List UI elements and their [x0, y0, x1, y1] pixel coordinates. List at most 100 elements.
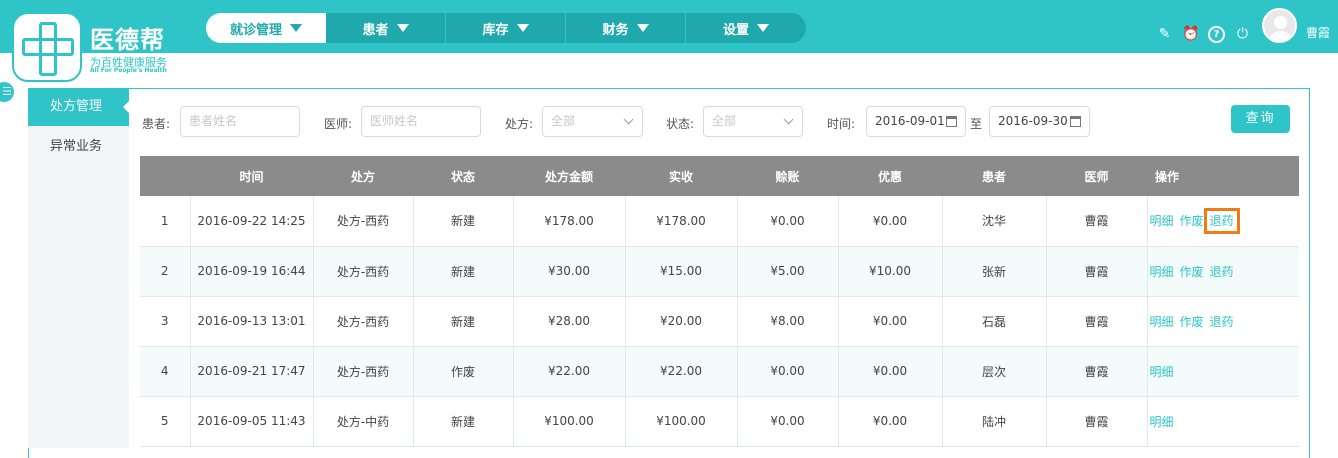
main-nav: 就诊管理 患者 库存 财务 设置 — [206, 13, 806, 43]
nav-item-settings[interactable]: 设置 — [686, 13, 806, 43]
cell-status: 新建 — [412, 246, 513, 297]
table-header-row: 时间 处方 状态 处方金额 实收 赊账 优惠 患者 医师 操作 — [140, 156, 1299, 196]
logo-subtitle-en: All For People's Health — [90, 67, 167, 74]
rx-select-value: 全部 — [551, 114, 576, 128]
date-from-value: 2016-09-01 — [875, 114, 945, 128]
alarm-clock-icon[interactable]: ⏰ — [1182, 26, 1199, 43]
sidebar-item-exceptions[interactable]: 异常业务 — [28, 128, 129, 166]
detail-link[interactable]: 明细 — [1150, 214, 1174, 228]
detail-link[interactable]: 明细 — [1150, 315, 1174, 329]
calendar-icon[interactable] — [946, 116, 957, 127]
cell-time: 2016-09-05 11:43 — [189, 396, 313, 447]
table-row: 4 2016-09-21 17:47 处方-西药 作废 ¥22.00 ¥22.00 ¥0.0… — [140, 346, 1299, 397]
cell-amount: ¥30.00 — [512, 246, 625, 297]
void-link[interactable]: 作废 — [1180, 265, 1204, 279]
cell-status: 新建 — [412, 396, 513, 447]
sidebar: 处方管理 异常业务 — [28, 88, 130, 448]
cell-amount: ¥22.00 — [512, 346, 625, 397]
nav-label: 患者 — [362, 22, 389, 38]
date-to-input[interactable]: 2016-09-30 — [989, 106, 1090, 137]
cell-no: 2 — [140, 246, 190, 297]
calendar-icon[interactable] — [1070, 116, 1081, 127]
nav-label: 库存 — [482, 22, 509, 38]
return-drug-link[interactable]: 退药 — [1203, 208, 1240, 235]
cell-credit: ¥0.00 — [736, 196, 838, 247]
cell-amount: ¥28.00 — [512, 296, 625, 347]
cell-actions: 明细 作废 退药 — [1146, 246, 1299, 297]
nav-item-inventory[interactable]: 库存 — [446, 13, 566, 43]
logo: 医德帮 为百姓健康服务 All For People's Health — [10, 6, 180, 82]
status-select[interactable]: 全部 — [703, 106, 803, 137]
sidebar-item-prescriptions[interactable]: 处方管理 — [28, 88, 130, 126]
cell-patient: 沈华 — [941, 196, 1046, 247]
return-drug-link[interactable]: 退药 — [1210, 315, 1234, 329]
chevron-down-icon — [623, 114, 634, 125]
nav-item-clinic[interactable]: 就诊管理 — [206, 13, 326, 43]
cell-rx: 处方-西药 — [312, 346, 413, 397]
cell-amount: ¥178.00 — [512, 196, 625, 247]
table-body: 1 2016-09-22 14:25 处方-西药 新建 ¥178.00 ¥178.00 ¥0… — [140, 196, 1299, 447]
detail-link[interactable]: 明细 — [1150, 365, 1174, 379]
doctor-input[interactable]: 医师姓名 — [361, 106, 481, 137]
nav-label: 设置 — [722, 22, 749, 38]
avatar-head — [1274, 16, 1287, 29]
menu-toggle-icon[interactable]: ☰ — [0, 82, 14, 102]
cell-rx: 处方-西药 — [312, 246, 413, 297]
table-row: 3 2016-09-13 13:01 处方-西药 新建 ¥28.00 ¥20.00 ¥8.0… — [140, 296, 1299, 347]
return-drug-link[interactable]: 退药 — [1210, 265, 1234, 279]
chevron-down-icon — [783, 114, 794, 125]
caret-down-icon — [636, 24, 649, 32]
void-link[interactable]: 作废 — [1180, 315, 1204, 329]
date-from-input[interactable]: 2016-09-01 — [866, 106, 966, 137]
cell-received: ¥20.00 — [624, 296, 737, 347]
cell-patient: 张新 — [941, 246, 1046, 297]
cell-credit: ¥5.00 — [736, 246, 838, 297]
patient-input[interactable]: 患者姓名 — [180, 106, 300, 137]
edit-icon[interactable]: ✎ — [1156, 26, 1173, 43]
cell-actions: 明细 作废 退药 — [1146, 296, 1299, 347]
cell-credit: ¥8.00 — [736, 296, 838, 347]
nav-item-patients[interactable]: 患者 — [326, 13, 446, 43]
cell-doctor: 曹霞 — [1045, 396, 1147, 447]
cell-discount: ¥0.00 — [837, 296, 942, 347]
toolbar-icons: ✎ ⏰ ? ⏻ — [1156, 26, 1251, 43]
rx-select[interactable]: 全部 — [542, 106, 643, 137]
detail-link[interactable]: 明细 — [1150, 265, 1174, 279]
col-header — [140, 156, 190, 196]
cell-credit: ¥0.00 — [736, 346, 838, 397]
col-header: 患者 — [942, 156, 1046, 196]
rx-label: 处方: — [505, 117, 534, 131]
table-row: 5 2016-09-05 11:43 处方-中药 新建 ¥100.00 ¥100.00 ¥0… — [140, 396, 1299, 447]
cell-discount: ¥0.00 — [837, 396, 942, 447]
top-bar: 就诊管理 患者 库存 财务 设置 ✎ ⏰ ? ⏻ 曹霞 — [0, 0, 1338, 53]
cell-actions: 明细 — [1146, 346, 1299, 397]
date-to-value: 2016-09-30 — [998, 114, 1068, 128]
cell-credit: ¥0.00 — [736, 396, 838, 447]
caret-down-icon — [396, 24, 409, 32]
cell-received: ¥178.00 — [624, 196, 737, 247]
status-label: 状态: — [666, 117, 695, 131]
username[interactable]: 曹霞 — [1306, 24, 1330, 41]
void-link[interactable]: 作废 — [1180, 214, 1204, 228]
cell-patient: 层次 — [941, 346, 1046, 397]
cell-doctor: 曹霞 — [1045, 296, 1147, 347]
cell-amount: ¥100.00 — [512, 396, 625, 447]
power-icon[interactable]: ⏻ — [1234, 26, 1251, 43]
cell-status: 作废 — [412, 346, 513, 397]
cell-doctor: 曹霞 — [1045, 246, 1147, 297]
detail-link[interactable]: 明细 — [1150, 415, 1174, 429]
prescription-table: 时间 处方 状态 处方金额 实收 赊账 优惠 患者 医师 操作 1 2016-09… — [140, 156, 1299, 447]
cell-doctor: 曹霞 — [1045, 346, 1147, 397]
cell-time: 2016-09-21 17:47 — [189, 346, 313, 397]
avatar[interactable] — [1262, 8, 1297, 43]
table-row: 1 2016-09-22 14:25 处方-西药 新建 ¥178.00 ¥178.00 ¥0… — [140, 196, 1299, 247]
patient-label: 患者: — [142, 117, 171, 131]
query-button[interactable]: 查询 — [1231, 105, 1290, 133]
cell-no: 3 — [140, 296, 190, 347]
nav-item-finance[interactable]: 财务 — [566, 13, 686, 43]
cell-discount: ¥0.00 — [837, 346, 942, 397]
caret-down-icon — [757, 24, 769, 32]
help-icon[interactable]: ? — [1208, 26, 1225, 43]
cell-status: 新建 — [412, 196, 513, 247]
cell-received: ¥100.00 — [624, 396, 737, 447]
